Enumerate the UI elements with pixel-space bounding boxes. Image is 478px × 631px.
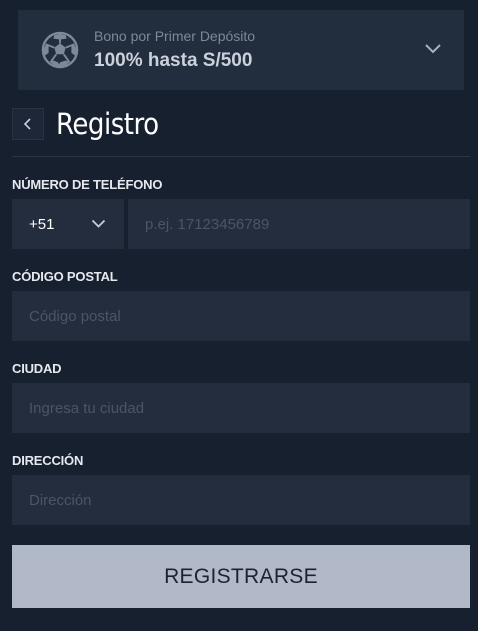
address-label: DIRECCIÓN bbox=[12, 453, 84, 468]
postal-code-input[interactable] bbox=[29, 307, 470, 325]
first-deposit-bonus-banner[interactable]: Bono por Primer Depósito 100% hasta S/50… bbox=[18, 10, 464, 90]
country-code-value: +51 bbox=[29, 215, 55, 233]
phone-field[interactable] bbox=[128, 199, 470, 249]
register-button[interactable]: REGISTRARSE bbox=[12, 545, 470, 608]
phone-input[interactable] bbox=[145, 215, 470, 233]
address-input[interactable] bbox=[29, 491, 470, 509]
chevron-left-icon bbox=[23, 118, 31, 130]
postal-code-field[interactable] bbox=[12, 291, 470, 341]
phone-label: NÚMERO DE TELÉFONO bbox=[12, 177, 163, 192]
page-title: Registro bbox=[56, 107, 159, 141]
country-code-select[interactable]: +51 bbox=[12, 199, 124, 249]
header-divider bbox=[12, 156, 470, 157]
soccer-ball-icon bbox=[41, 31, 79, 69]
bonus-headline: 100% hasta S/500 bbox=[94, 50, 253, 71]
address-field[interactable] bbox=[12, 475, 470, 525]
city-field[interactable] bbox=[12, 383, 470, 433]
city-label: CIUDAD bbox=[12, 361, 62, 376]
back-button[interactable] bbox=[12, 108, 44, 140]
bonus-subtitle: Bono por Primer Depósito bbox=[94, 28, 256, 44]
chevron-down-icon[interactable] bbox=[424, 43, 442, 55]
postal-code-label: CÓDIGO POSTAL bbox=[12, 269, 118, 284]
city-input[interactable] bbox=[29, 399, 470, 417]
chevron-down-icon bbox=[91, 219, 106, 228]
